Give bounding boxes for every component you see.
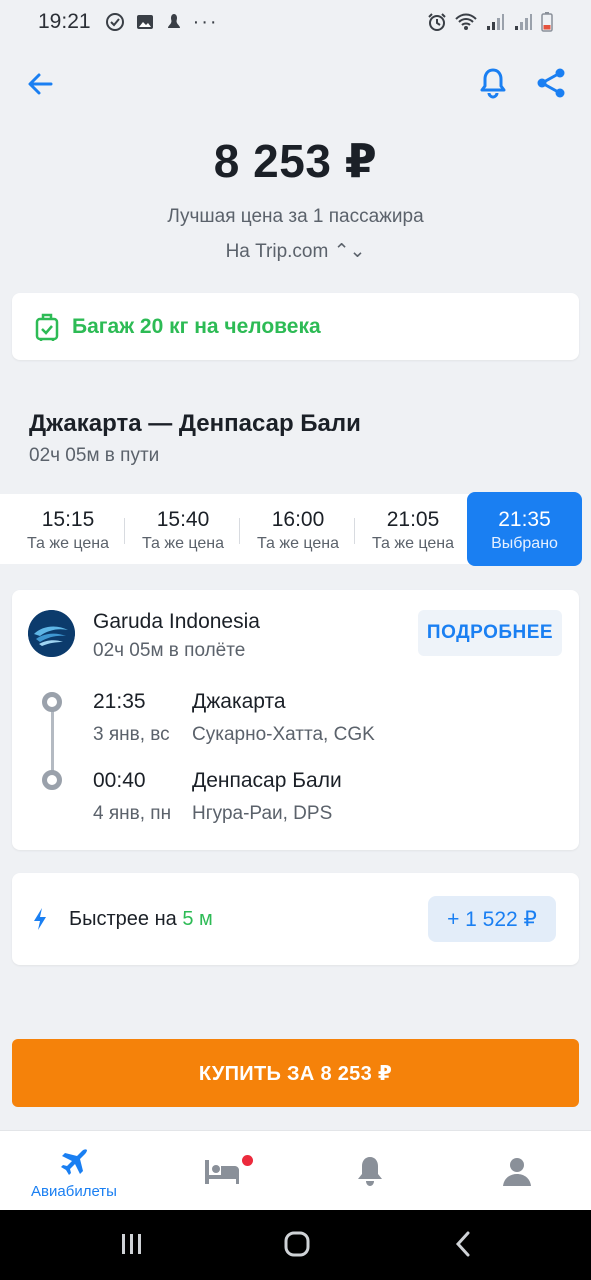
airline-logo — [28, 610, 75, 657]
faster-extra-price[interactable]: + 1 522 ₽ — [428, 896, 556, 942]
time-option-label: Та же цена — [26, 535, 110, 552]
baggage-card: Багаж 20 кг на человека — [12, 293, 579, 360]
time-option-label: Выбрано — [491, 535, 558, 552]
bell-icon[interactable] — [476, 66, 510, 100]
back-nav-icon[interactable] — [450, 1230, 478, 1258]
share-icon[interactable] — [534, 66, 568, 100]
status-notification-icons: ··· — [105, 11, 219, 34]
notification-dot — [242, 1155, 253, 1166]
timeline-dot-arrival — [42, 770, 62, 790]
flight-duration: 02ч 05м в полёте — [93, 640, 246, 661]
flight-details-card: Garuda Indonesia 02ч 05м в полёте ПОДРОБ… — [12, 590, 579, 850]
best-price: 8 253 ₽ — [213, 135, 378, 187]
time-option-selected[interactable]: 21:35 Выбрано — [467, 492, 582, 566]
bed-icon — [205, 1160, 239, 1184]
signal-icon — [487, 14, 504, 30]
back-arrow-icon[interactable] — [24, 68, 56, 100]
luggage-icon — [35, 313, 59, 341]
tab-hotels[interactable] — [148, 1131, 296, 1211]
time-option-time: 15:15 — [41, 508, 95, 531]
route-title: Джакарта — Денпасар Бали — [29, 410, 361, 437]
faster-prefix: Быстрее на — [69, 908, 183, 930]
bottom-tab-bar: Авиабилеты — [0, 1130, 591, 1210]
home-icon[interactable] — [283, 1230, 311, 1258]
tab-subscriptions[interactable] — [296, 1131, 444, 1211]
arrival-city: Денпасар Бали — [192, 769, 342, 792]
system-navigation-bar — [0, 1210, 591, 1280]
time-option-time: 21:05 — [386, 508, 440, 531]
details-button[interactable]: ПОДРОБНЕЕ — [418, 610, 562, 656]
alarm-icon — [428, 13, 446, 31]
buy-button[interactable]: КУПИТЬ ЗА 8 253 ₽ — [12, 1039, 579, 1107]
time-option[interactable]: 15:15 Та же цена — [11, 494, 125, 564]
route-duration: 02ч 05м в пути — [29, 445, 160, 466]
signal-icon-2 — [515, 14, 532, 30]
status-time: 19:21 — [38, 10, 91, 33]
departure-time: 21:35 — [93, 690, 146, 713]
image-icon — [136, 15, 153, 29]
garuda-logo-icon — [28, 610, 75, 657]
departure-city: Джакарта — [192, 690, 286, 713]
arrival-time: 00:40 — [93, 769, 146, 792]
status-bar: 19:21 ··· — [0, 0, 591, 44]
arrival-date: 4 янв, пн — [93, 803, 172, 824]
time-option-time: 16:00 — [271, 508, 325, 531]
faster-text: Быстрее на 5 м — [69, 908, 213, 931]
wifi-icon — [455, 13, 477, 30]
battery-icon — [541, 12, 553, 32]
baggage-text: Багаж 20 кг на человека — [72, 314, 321, 338]
top-app-bar — [0, 62, 591, 110]
departure-airport: Сукарно-Хатта, CGK — [192, 724, 375, 745]
check-circle-icon — [105, 13, 124, 31]
more-notifications-icon: ··· — [192, 10, 219, 33]
time-option-label: Та же цена — [256, 535, 340, 552]
time-option-label: Та же цена — [371, 535, 455, 552]
time-option-label: Та же цена — [141, 535, 225, 552]
price-subtitle: Лучшая цена за 1 пассажира — [167, 206, 424, 227]
faster-amount: 5 м — [182, 908, 213, 930]
time-option[interactable]: 16:00 Та же цена — [241, 494, 355, 564]
timeline-dot-departure — [42, 692, 62, 712]
time-option[interactable]: 21:05 Та же цена — [356, 494, 470, 564]
faster-option-card[interactable]: Быстрее на 5 м + 1 522 ₽ — [12, 873, 579, 965]
time-option-time: 21:35 — [498, 508, 551, 531]
tab-flights-label: Авиабилеты — [31, 1183, 117, 1200]
user-icon — [503, 1158, 531, 1186]
airline-name: Garuda Indonesia — [93, 610, 260, 633]
price-source-selector[interactable]: На Trip.com ⌃⌄ — [0, 240, 591, 263]
tab-flights[interactable]: Авиабилеты — [0, 1131, 148, 1211]
bell-tab-icon — [358, 1157, 382, 1186]
lightning-icon — [34, 908, 46, 930]
status-system-icons — [427, 12, 553, 32]
time-option-time: 15:40 — [156, 508, 210, 531]
departure-date: 3 янв, вс — [93, 724, 170, 745]
recent-apps-icon[interactable] — [118, 1230, 146, 1258]
app-notification-icon — [167, 14, 180, 28]
tab-profile[interactable] — [443, 1131, 591, 1211]
time-option[interactable]: 15:40 Та же цена — [126, 494, 240, 564]
airplane-icon — [61, 1149, 87, 1175]
arrival-airport: Нгура-Раи, DPS — [192, 803, 333, 824]
departure-time-selector: 15:15 Та же цена 15:40 Та же цена 16:00 … — [0, 492, 591, 566]
